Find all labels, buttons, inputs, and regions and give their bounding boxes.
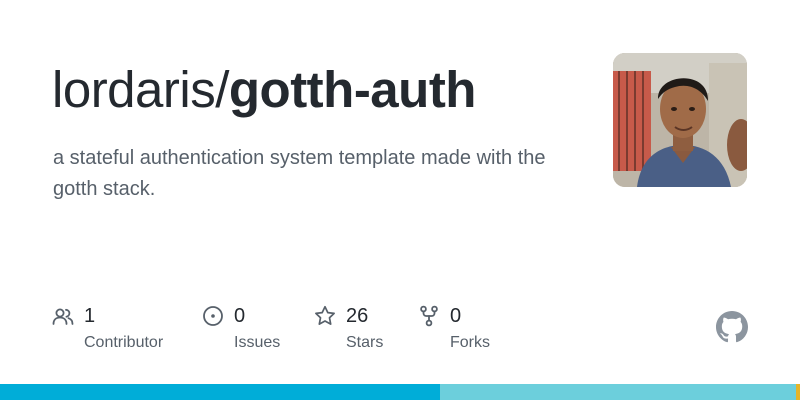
- people-icon: [52, 305, 74, 327]
- repo-description: a stateful authentication system templat…: [53, 147, 546, 200]
- forks-label: Forks: [450, 334, 490, 351]
- language-bar-segment-1: [0, 384, 440, 400]
- contributors-count: 1: [84, 305, 96, 327]
- repo-owner: lordaris/: [52, 61, 229, 118]
- github-mark-icon[interactable]: [716, 311, 748, 343]
- contributors-label: Contributor: [84, 334, 164, 351]
- language-bar-segment-3: [796, 384, 800, 400]
- issues-label: Issues: [234, 334, 281, 351]
- issues-count: 0: [234, 305, 246, 327]
- repo-forked-icon: [418, 305, 440, 327]
- avatar-photo: [613, 53, 747, 187]
- star-icon: [314, 305, 336, 327]
- repo-title: lordaris/gotth-auth: [52, 58, 592, 122]
- stars-label: Stars: [346, 334, 384, 351]
- repo-name: gotth-auth: [228, 61, 477, 118]
- language-bar-segment-2: [440, 384, 796, 400]
- owner-avatar: [613, 53, 747, 187]
- issue-opened-icon: [202, 305, 224, 327]
- stars-count: 26: [346, 305, 369, 327]
- language-bar: [0, 384, 800, 400]
- forks-count: 0: [450, 305, 462, 327]
